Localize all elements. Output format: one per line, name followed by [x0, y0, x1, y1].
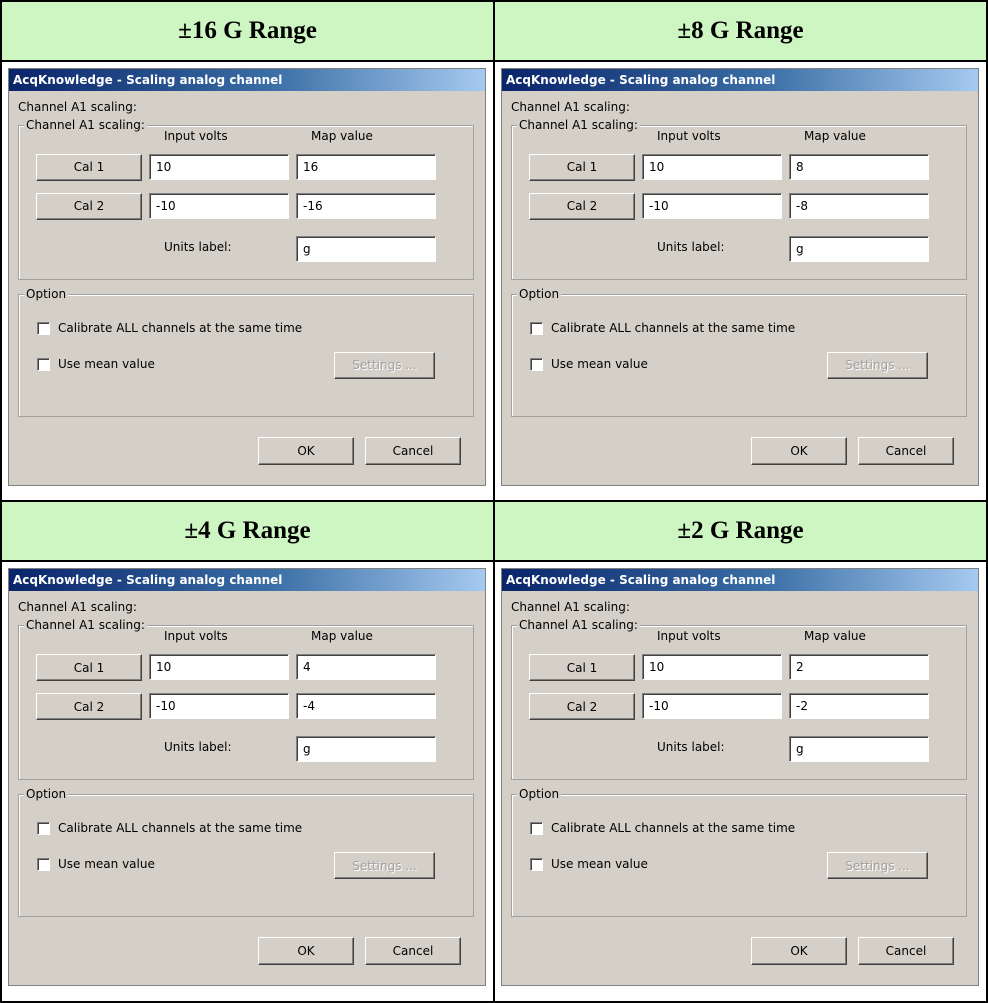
units-field[interactable] — [789, 736, 929, 763]
calibrate-all-label: Calibrate ALL channels at the same time — [551, 320, 796, 335]
cal-2-input-volts-field[interactable] — [642, 192, 782, 219]
option-group-label: Option — [24, 787, 69, 802]
cal-1-button[interactable]: Cal 1 — [36, 654, 142, 682]
cal-2-button[interactable]: Cal 2 — [36, 693, 142, 721]
scaling-dialog: AcqKnowledge - Scaling analog channel Ch… — [8, 67, 486, 486]
scaling-dialog: AcqKnowledge - Scaling analog channel Ch… — [8, 568, 486, 987]
cal-2-map-value-field[interactable] — [296, 192, 436, 219]
use-mean-checkbox[interactable] — [37, 357, 50, 371]
map-value-header: Map value — [804, 629, 866, 644]
dialog-cell: AcqKnowledge - Scaling analog channel Ch… — [493, 59, 988, 503]
calibrate-all-checkbox[interactable] — [37, 321, 50, 335]
cal-1-button[interactable]: Cal 1 — [529, 153, 635, 181]
range-heading: ±4 G Range — [0, 500, 495, 563]
cal-1-map-value-field[interactable] — [789, 153, 929, 180]
dialog-title-bar[interactable]: AcqKnowledge - Scaling analog channel — [9, 569, 485, 592]
use-mean-label: Use mean value — [58, 356, 155, 371]
cal-1-input-volts-field[interactable] — [642, 153, 782, 180]
use-mean-label: Use mean value — [551, 857, 648, 872]
units-field[interactable] — [296, 736, 436, 763]
units-label: Units label: — [164, 740, 232, 755]
cancel-button[interactable]: Cancel — [858, 937, 954, 966]
calibrate-all-checkbox[interactable] — [530, 822, 543, 836]
cal-1-input-volts-field[interactable] — [149, 654, 289, 681]
scaling-dialog: AcqKnowledge - Scaling analog channel Ch… — [501, 568, 979, 987]
calibrate-all-label: Calibrate ALL channels at the same time — [551, 821, 796, 836]
cancel-button[interactable]: Cancel — [858, 436, 954, 465]
cal-1-button[interactable]: Cal 1 — [529, 654, 635, 682]
ok-button[interactable]: OK — [751, 436, 847, 465]
cal-1-input-volts-field[interactable] — [642, 654, 782, 681]
cal-2-input-volts-field[interactable] — [149, 192, 289, 219]
scaling-dialog: AcqKnowledge - Scaling analog channel Ch… — [501, 67, 979, 486]
ok-button[interactable]: OK — [258, 436, 354, 465]
cal-2-input-volts-field[interactable] — [149, 693, 289, 720]
map-value-header: Map value — [804, 128, 866, 143]
cancel-button[interactable]: Cancel — [365, 436, 461, 465]
channel-scaling-group-label: Channel A1 scaling: — [517, 117, 640, 132]
units-field[interactable] — [789, 235, 929, 262]
units-label: Units label: — [657, 740, 725, 755]
channel-scaling-label: Channel A1 scaling: — [18, 600, 137, 615]
use-mean-checkbox[interactable] — [37, 858, 50, 872]
settings-button[interactable]: Settings ... — [334, 852, 435, 880]
cal-1-input-volts-field[interactable] — [149, 153, 289, 180]
range-heading: ±16 G Range — [0, 0, 495, 62]
cal-2-button[interactable]: Cal 2 — [36, 192, 142, 220]
map-value-header: Map value — [311, 128, 373, 143]
calibrate-all-checkbox[interactable] — [37, 822, 50, 836]
input-volts-header: Input volts — [657, 629, 721, 644]
cal-2-map-value-field[interactable] — [789, 693, 929, 720]
units-field[interactable] — [296, 235, 436, 262]
use-mean-checkbox[interactable] — [530, 858, 543, 872]
cal-1-map-value-field[interactable] — [296, 654, 436, 681]
units-label: Units label: — [164, 239, 232, 254]
range-comparison-table: ±16 G Range ±8 G Range AcqKnowledge - Sc… — [0, 0, 988, 1003]
input-volts-header: Input volts — [164, 128, 228, 143]
cal-2-button[interactable]: Cal 2 — [529, 192, 635, 220]
input-volts-header: Input volts — [657, 128, 721, 143]
settings-button[interactable]: Settings ... — [827, 852, 928, 880]
units-label: Units label: — [657, 239, 725, 254]
cal-2-map-value-field[interactable] — [789, 192, 929, 219]
channel-scaling-label: Channel A1 scaling: — [18, 99, 137, 114]
channel-scaling-group-label: Channel A1 scaling: — [24, 618, 147, 633]
channel-scaling-group-label: Channel A1 scaling: — [24, 117, 147, 132]
dialog-cell: AcqKnowledge - Scaling analog channel Ch… — [0, 59, 495, 503]
settings-button[interactable]: Settings ... — [334, 351, 435, 379]
cal-1-map-value-field[interactable] — [296, 153, 436, 180]
input-volts-header: Input volts — [164, 629, 228, 644]
dialog-cell: AcqKnowledge - Scaling analog channel Ch… — [493, 560, 988, 1003]
use-mean-label: Use mean value — [551, 356, 648, 371]
option-group-label: Option — [24, 286, 69, 301]
use-mean-label: Use mean value — [58, 857, 155, 872]
settings-button[interactable]: Settings ... — [827, 351, 928, 379]
cancel-button[interactable]: Cancel — [365, 937, 461, 966]
dialog-title-bar[interactable]: AcqKnowledge - Scaling analog channel — [502, 569, 978, 592]
ok-button[interactable]: OK — [751, 937, 847, 966]
ok-button[interactable]: OK — [258, 937, 354, 966]
cal-1-map-value-field[interactable] — [789, 654, 929, 681]
channel-scaling-label: Channel A1 scaling: — [511, 600, 630, 615]
cal-2-input-volts-field[interactable] — [642, 693, 782, 720]
dialog-title-bar[interactable]: AcqKnowledge - Scaling analog channel — [9, 68, 485, 91]
range-heading: ±8 G Range — [493, 0, 988, 62]
option-group-label: Option — [517, 787, 562, 802]
channel-scaling-group-label: Channel A1 scaling: — [517, 618, 640, 633]
dialog-title-bar[interactable]: AcqKnowledge - Scaling analog channel — [502, 68, 978, 91]
calibrate-all-checkbox[interactable] — [530, 321, 543, 335]
cal-2-map-value-field[interactable] — [296, 693, 436, 720]
calibrate-all-label: Calibrate ALL channels at the same time — [58, 821, 303, 836]
channel-scaling-label: Channel A1 scaling: — [511, 99, 630, 114]
map-value-header: Map value — [311, 629, 373, 644]
dialog-cell: AcqKnowledge - Scaling analog channel Ch… — [0, 560, 495, 1003]
cal-1-button[interactable]: Cal 1 — [36, 153, 142, 181]
option-group-label: Option — [517, 286, 562, 301]
cal-2-button[interactable]: Cal 2 — [529, 693, 635, 721]
use-mean-checkbox[interactable] — [530, 357, 543, 371]
calibrate-all-label: Calibrate ALL channels at the same time — [58, 320, 303, 335]
range-heading: ±2 G Range — [493, 500, 988, 563]
